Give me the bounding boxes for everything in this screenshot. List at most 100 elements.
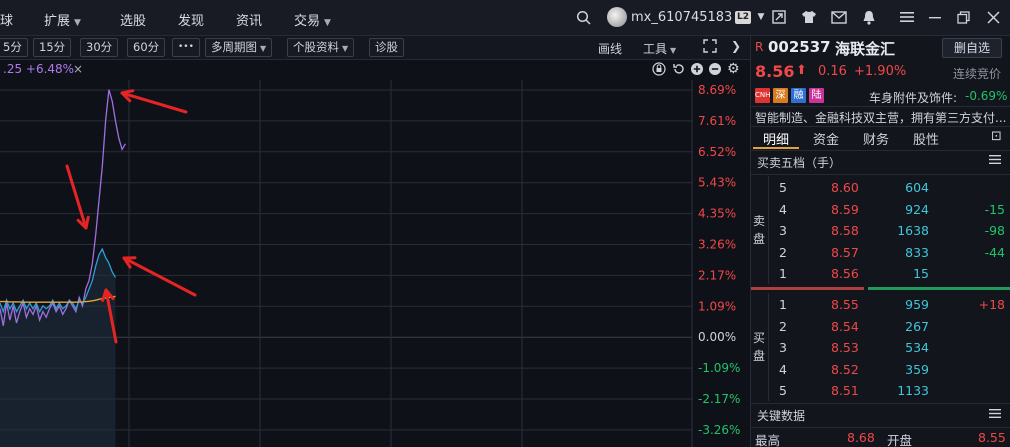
menu-item-news[interactable]: 资讯 <box>236 10 262 29</box>
buy-order-row[interactable]: 2 8.54 267 <box>751 316 1010 337</box>
orderbook-menu-icon[interactable] <box>989 154 1001 168</box>
remove-watchlist-button[interactable]: 删自选 <box>942 38 1002 58</box>
up-arrow-icon: ⬆ <box>796 63 807 78</box>
y-axis-label: 4.35% <box>698 207 736 221</box>
draw-line-button[interactable]: 画线 <box>598 40 622 57</box>
menu-item-extend[interactable]: 扩展 ▼ <box>44 10 81 29</box>
tools-button[interactable]: 工具 ▼ <box>643 40 676 57</box>
y-axis-label: 6.52% <box>698 145 736 159</box>
blue-area-fill <box>0 249 116 447</box>
order-change: -98 <box>984 223 1005 238</box>
sector-pct: -0.69% <box>965 89 1008 103</box>
menu-item-discover[interactable]: 发现 <box>178 10 204 29</box>
window-link-icon[interactable] <box>770 8 788 26</box>
stock-name: 海联金汇 <box>835 40 896 58</box>
menu-item-globe[interactable]: 球 <box>0 10 13 29</box>
sell-order-row[interactable]: 5 8.60 604 <box>751 177 1010 198</box>
multi-period-button[interactable]: 多周期图 ▼ <box>205 38 273 57</box>
tab-character[interactable]: 股性 <box>913 129 939 148</box>
search-icon[interactable] <box>574 8 592 26</box>
order-volume: 267 <box>905 318 929 334</box>
period-30m-button[interactable]: 30分 <box>80 38 119 57</box>
diagnose-button[interactable]: 诊股 <box>369 38 404 57</box>
order-volume: 959 <box>905 297 929 312</box>
company-description[interactable]: 智能制造、金融科技双主营，拥有第三方支付... <box>755 109 1009 126</box>
order-price: 8.52 <box>831 361 859 377</box>
key-data-menu-icon[interactable] <box>989 408 1001 422</box>
y-axis-label: -1.09% <box>698 361 740 375</box>
order-change: -15 <box>984 201 1005 217</box>
buy-order-row[interactable]: 3 8.53 534 <box>751 337 1010 358</box>
menu-item-trade[interactable]: 交易 ▼ <box>294 10 331 29</box>
y-axis-label: 5.43% <box>698 176 736 190</box>
shirt-icon[interactable] <box>800 8 818 26</box>
trading-status: 连续竞价 <box>953 67 1002 81</box>
sell-order-row[interactable]: 1 8.56 15 <box>751 263 1010 284</box>
quote-panel: R 002537 海联金汇 删自选 8.56 ⬆ 0.16 +1.90% 连续竞… <box>750 36 1010 447</box>
menu-icon[interactable] <box>898 8 916 26</box>
close-icon[interactable] <box>984 8 1002 26</box>
buy-sell-ratio-bar-buy <box>868 287 1010 290</box>
zoom-in-icon[interactable] <box>690 62 704 79</box>
chart-legend-bar: .25 +6.48% × ⚙ <box>0 60 750 80</box>
buy-order-row[interactable]: 1 8.55 959 +18 <box>751 294 1010 315</box>
price-change: 0.16 <box>818 64 847 79</box>
tab-more-icon[interactable]: ⊡ <box>991 129 1002 144</box>
tab-detail[interactable]: 明细 <box>763 129 789 148</box>
more-button[interactable]: ••• <box>172 38 200 57</box>
bell-icon[interactable] <box>860 8 878 26</box>
period-5m-button[interactable]: 5分 <box>0 38 28 57</box>
chevron-down-icon[interactable]: ▼ <box>752 8 770 26</box>
order-price: 8.59 <box>831 201 859 217</box>
arrow-line <box>120 91 188 114</box>
last-price: 8.56 <box>755 62 795 81</box>
sell-order-row[interactable]: 2 8.57 833 -44 <box>751 242 1010 263</box>
minimize-icon[interactable] <box>926 8 944 26</box>
buy-order-row[interactable]: 4 8.52 359 <box>751 359 1010 380</box>
sell-order-row[interactable]: 4 8.59 924 -15 <box>751 199 1010 220</box>
stock-profile-button[interactable]: 个股资料 ▼ <box>287 38 355 57</box>
y-axis-label: 3.26% <box>698 238 736 252</box>
order-change: +18 <box>978 297 1005 312</box>
mail-icon[interactable] <box>830 8 848 26</box>
order-volume: 15 <box>913 266 929 281</box>
tag-connect[interactable]: 陆 <box>809 88 824 103</box>
arrow-line <box>122 256 197 297</box>
open-value: 8.55 <box>978 430 1006 445</box>
order-price: 8.51 <box>831 383 859 398</box>
order-level: 3 <box>779 223 787 238</box>
period-15m-button[interactable]: 15分 <box>33 38 72 57</box>
zoom-out-icon[interactable] <box>708 62 722 79</box>
tag-shenzhen[interactable]: 深 <box>773 88 788 103</box>
y-axis-label: 2.17% <box>698 268 736 282</box>
legend-close-icon[interactable]: × <box>73 62 83 76</box>
order-level: 2 <box>779 318 787 334</box>
tab-finance[interactable]: 财务 <box>863 129 889 148</box>
menu-item-stock-pick[interactable]: 选股 <box>120 10 146 29</box>
sell-order-row[interactable]: 3 8.58 1638 -98 <box>751 220 1010 241</box>
avatar[interactable] <box>607 7 627 27</box>
period-60m-button[interactable]: 60分 <box>127 38 166 57</box>
tag-margin[interactable]: 融 <box>791 88 806 103</box>
tab-funds[interactable]: 资金 <box>813 129 839 148</box>
high-label: 最高 <box>755 433 781 447</box>
order-volume: 604 <box>905 180 929 195</box>
y-axis-label: -2.17% <box>698 392 740 406</box>
chevron-down-icon: ▼ <box>324 18 331 28</box>
reset-icon[interactable] <box>672 62 686 79</box>
sector-name[interactable]: 车身附件及饰件: <box>869 89 957 106</box>
y-axis-label: -3.26% <box>698 423 740 437</box>
gear-icon[interactable]: ⚙ <box>727 61 740 77</box>
open-label: 开盘 <box>887 433 913 447</box>
buy-sell-ratio-bar-sell <box>751 287 864 290</box>
tag-cnh[interactable]: CNH <box>755 88 770 103</box>
collapse-panel-icon[interactable]: ❯ <box>731 39 741 53</box>
buy-order-row[interactable]: 5 8.51 1133 <box>751 380 1010 401</box>
order-level: 4 <box>779 361 787 377</box>
fullscreen-icon[interactable] <box>703 39 717 56</box>
settings-lock-icon[interactable] <box>652 62 666 79</box>
restore-icon[interactable] <box>954 8 972 26</box>
username[interactable]: mx_610745183 <box>631 10 732 25</box>
top-menu-bar: 球 扩展 ▼ 选股 发现 资讯 交易 ▼ mx_610745183 L2 ▼ <box>0 0 1010 36</box>
intraday-chart[interactable]: 8.69% 7.61% 6.52% 5.43% 4.35% 3.26% 2.17% 1.09%… <box>0 80 750 447</box>
